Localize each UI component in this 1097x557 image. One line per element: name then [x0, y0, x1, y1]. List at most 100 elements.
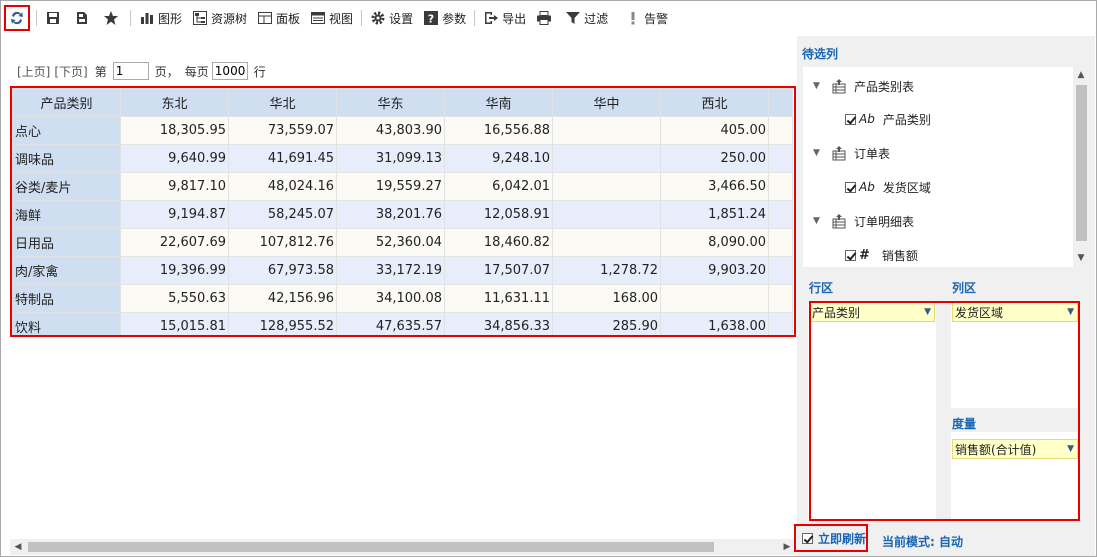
row-header-cell[interactable]: 产品类别 [12, 88, 121, 117]
value-cell[interactable]: 17,507.07 [444, 256, 553, 285]
scroll-up-arrow-icon[interactable]: ▲ [1076, 70, 1086, 80]
save-as-button[interactable] [69, 5, 98, 31]
instant-refresh-checkbox[interactable]: 立即刷新 [794, 524, 868, 552]
tree-node-table[interactable]: ▼ 订单明细表 [813, 211, 914, 231]
field-checkbox[interactable] [845, 113, 856, 125]
panel-button[interactable]: 面板 [252, 5, 305, 31]
value-cell[interactable]: 9,248.10 [444, 144, 553, 173]
field-checkbox[interactable] [845, 181, 856, 193]
tree-node-table[interactable]: ▼ 产品类别表 [813, 76, 914, 96]
field-checkbox[interactable] [845, 249, 856, 261]
scroll-right-arrow-icon[interactable]: ▶ [782, 542, 792, 552]
value-cell[interactable] [552, 144, 661, 173]
view-button[interactable]: 视图 [305, 5, 358, 31]
column-header-cell[interactable]: 西北 [660, 88, 769, 117]
tree-node-field[interactable]: Ab 产品类别 [845, 109, 931, 129]
favorite-button[interactable] [98, 5, 127, 31]
value-cell[interactable]: 31,099.13 [336, 144, 445, 173]
value-cell[interactable]: 9,194.87 [120, 200, 229, 229]
value-cell[interactable]: 22,607.69 [120, 228, 229, 257]
row-label-cell[interactable]: 特制品 [12, 284, 121, 313]
value-cell[interactable]: 16,556.88 [444, 116, 553, 145]
value-cell[interactable]: 1,278.72 [552, 256, 661, 285]
value-cell[interactable]: 73,559.07 [228, 116, 337, 145]
value-cell[interactable]: 9,817.10 [120, 172, 229, 201]
tree-node-field[interactable]: # 销售额 [845, 245, 918, 265]
row-label-cell[interactable]: 谷类/麦片 [12, 172, 121, 201]
chevron-down-icon[interactable]: ▼ [813, 148, 823, 158]
horizontal-scrollbar[interactable]: ◀ ▶ [10, 539, 796, 555]
tree-vertical-scrollbar[interactable]: ▲ ▼ [1073, 67, 1089, 267]
refresh-button[interactable] [4, 5, 30, 31]
value-cell[interactable]: 58,245.07 [228, 200, 337, 229]
value-cell[interactable]: 9,903.20 [660, 256, 769, 285]
value-cell[interactable]: 168.00 [552, 284, 661, 313]
value-cell[interactable]: 405.00 [660, 116, 769, 145]
value-cell[interactable]: 48,024.16 [228, 172, 337, 201]
value-cell[interactable] [552, 200, 661, 229]
column-header-cell[interactable]: 华北 [228, 88, 337, 117]
value-cell[interactable]: 34,100.08 [336, 284, 445, 313]
value-cell[interactable]: 12,058.91 [444, 200, 553, 229]
value-cell[interactable] [552, 172, 661, 201]
alert-button[interactable]: 告警 [620, 5, 673, 31]
column-header-cell[interactable]: 华东 [336, 88, 445, 117]
value-cell[interactable]: 47,635.57 [336, 312, 445, 335]
value-cell[interactable]: 8,090.00 [660, 228, 769, 257]
value-cell[interactable]: 9,640.99 [120, 144, 229, 173]
column-header-cell[interactable]: 华中 [552, 88, 661, 117]
value-cell[interactable]: 33,172.19 [336, 256, 445, 285]
row-label-cell[interactable]: 饮料 [12, 312, 121, 335]
value-cell[interactable]: 128,955.52 [228, 312, 337, 335]
value-cell[interactable]: 15,015.81 [120, 312, 229, 335]
scrollbar-thumb[interactable] [1076, 85, 1087, 241]
value-cell[interactable]: 52,360.04 [336, 228, 445, 257]
row-label-cell[interactable]: 肉/家禽 [12, 256, 121, 285]
value-cell[interactable] [552, 228, 661, 257]
chart-button[interactable]: 图形 [134, 5, 187, 31]
value-cell[interactable]: 285.90 [552, 312, 661, 335]
value-cell[interactable]: 38,201.76 [336, 200, 445, 229]
value-cell[interactable]: 42,156.96 [228, 284, 337, 313]
params-button[interactable]: ? 参数 [418, 5, 471, 31]
save-button[interactable] [40, 5, 69, 31]
value-cell[interactable]: 5,550.63 [120, 284, 229, 313]
value-cell[interactable]: 6,042.01 [444, 172, 553, 201]
value-cell[interactable]: 18,460.82 [444, 228, 553, 257]
row-label-cell[interactable]: 海鲜 [12, 200, 121, 229]
value-cell[interactable]: 18,305.95 [120, 116, 229, 145]
value-cell[interactable]: 41,691.45 [228, 144, 337, 173]
value-cell[interactable]: 1,638.00 [660, 312, 769, 335]
value-cell[interactable] [552, 116, 661, 145]
scroll-down-arrow-icon[interactable]: ▼ [1076, 253, 1086, 263]
filter-button[interactable]: 过滤 [560, 5, 613, 31]
value-cell[interactable]: 34,856.33 [444, 312, 553, 335]
tree-node-field[interactable]: Ab 发货区域 [845, 177, 931, 197]
value-cell[interactable]: 11,631.11 [444, 284, 553, 313]
row-label-cell[interactable]: 日用品 [12, 228, 121, 257]
per-page-input[interactable] [211, 62, 248, 80]
print-button[interactable] [531, 5, 560, 31]
resource-tree-button[interactable]: 资源树 [187, 5, 252, 31]
value-cell[interactable]: 250.00 [660, 144, 769, 173]
value-cell[interactable]: 19,396.99 [120, 256, 229, 285]
settings-button[interactable]: 设置 [365, 5, 418, 31]
value-cell[interactable]: 19,559.27 [336, 172, 445, 201]
value-cell[interactable]: 1,851.24 [660, 200, 769, 229]
value-cell[interactable] [660, 284, 769, 313]
value-cell[interactable]: 67,973.58 [228, 256, 337, 285]
value-cell[interactable]: 107,812.76 [228, 228, 337, 257]
instant-refresh-check[interactable] [802, 532, 813, 544]
export-button[interactable]: 导出 [478, 5, 531, 31]
column-header-cell[interactable]: 东北 [120, 88, 229, 117]
chevron-down-icon[interactable]: ▼ [813, 216, 823, 226]
chevron-down-icon[interactable]: ▼ [813, 81, 823, 91]
row-label-cell[interactable]: 点心 [12, 116, 121, 145]
tree-node-table[interactable]: ▼ 订单表 [813, 143, 890, 163]
prev-page-link[interactable]: [上页] [17, 63, 50, 80]
next-page-link[interactable]: [下页] [54, 63, 87, 80]
row-label-cell[interactable]: 调味品 [12, 144, 121, 173]
scroll-left-arrow-icon[interactable]: ◀ [13, 542, 23, 552]
value-cell[interactable]: 43,803.90 [336, 116, 445, 145]
value-cell[interactable]: 3,466.50 [660, 172, 769, 201]
